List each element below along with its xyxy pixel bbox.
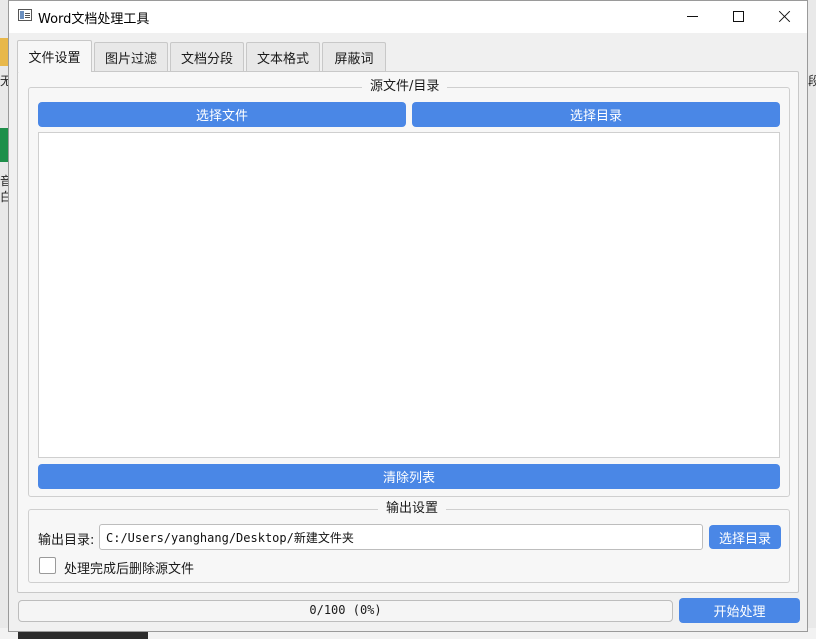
source-files-group-title: 源文件/目录 xyxy=(362,79,448,95)
tab-document-split[interactable]: 文档分段 xyxy=(170,42,244,71)
close-icon xyxy=(778,10,791,23)
maximize-button[interactable] xyxy=(715,1,761,32)
tab-image-filter[interactable]: 图片过滤 xyxy=(94,42,168,71)
tab-file-settings[interactable]: 文件设置 xyxy=(17,40,92,72)
tab-blocked-words[interactable]: 屏蔽词 xyxy=(322,42,386,71)
delete-source-checkbox[interactable] xyxy=(39,557,56,574)
select-output-directory-button[interactable]: 选择目录 xyxy=(709,525,781,549)
file-settings-panel: 源文件/目录 选择文件 选择目录 清除列表 输出设置 输出目录: C:/User… xyxy=(17,71,799,593)
progress-text: 0/100 (0%) xyxy=(309,603,382,617)
output-directory-label: 输出目录: xyxy=(38,533,95,548)
close-button[interactable] xyxy=(761,1,807,32)
progress-bar: 0/100 (0%) xyxy=(18,600,673,622)
app-icon xyxy=(18,9,32,21)
title-bar[interactable]: Word文档处理工具 xyxy=(9,1,807,33)
maximize-icon xyxy=(732,11,744,22)
start-processing-button[interactable]: 开始处理 xyxy=(679,598,800,623)
desktop-folder-icon xyxy=(0,38,8,66)
minimize-button[interactable] xyxy=(669,1,715,32)
select-source-directory-button[interactable]: 选择目录 xyxy=(412,102,780,127)
app-window: Word文档处理工具 文件设置 图片过滤 文档分段 文本格式 屏蔽词 源文件/目… xyxy=(8,0,808,632)
source-files-group: 源文件/目录 选择文件 选择目录 清除列表 xyxy=(28,79,790,497)
clear-list-button[interactable]: 清除列表 xyxy=(38,464,780,489)
source-file-list[interactable] xyxy=(38,132,780,458)
minimize-icon xyxy=(686,16,698,17)
window-title: Word文档处理工具 xyxy=(38,12,150,27)
output-directory-input[interactable]: C:/Users/yanghang/Desktop/新建文件夹 xyxy=(99,524,703,550)
desktop-app-icon xyxy=(0,128,8,162)
output-settings-group: 输出设置 输出目录: C:/Users/yanghang/Desktop/新建文… xyxy=(28,501,790,583)
tab-text-format[interactable]: 文本格式 xyxy=(246,42,320,71)
desktop-label: 段 xyxy=(808,74,816,88)
delete-source-label: 处理完成后删除源文件 xyxy=(64,562,195,577)
select-file-button[interactable]: 选择文件 xyxy=(38,102,406,127)
output-settings-group-title: 输出设置 xyxy=(378,501,447,517)
